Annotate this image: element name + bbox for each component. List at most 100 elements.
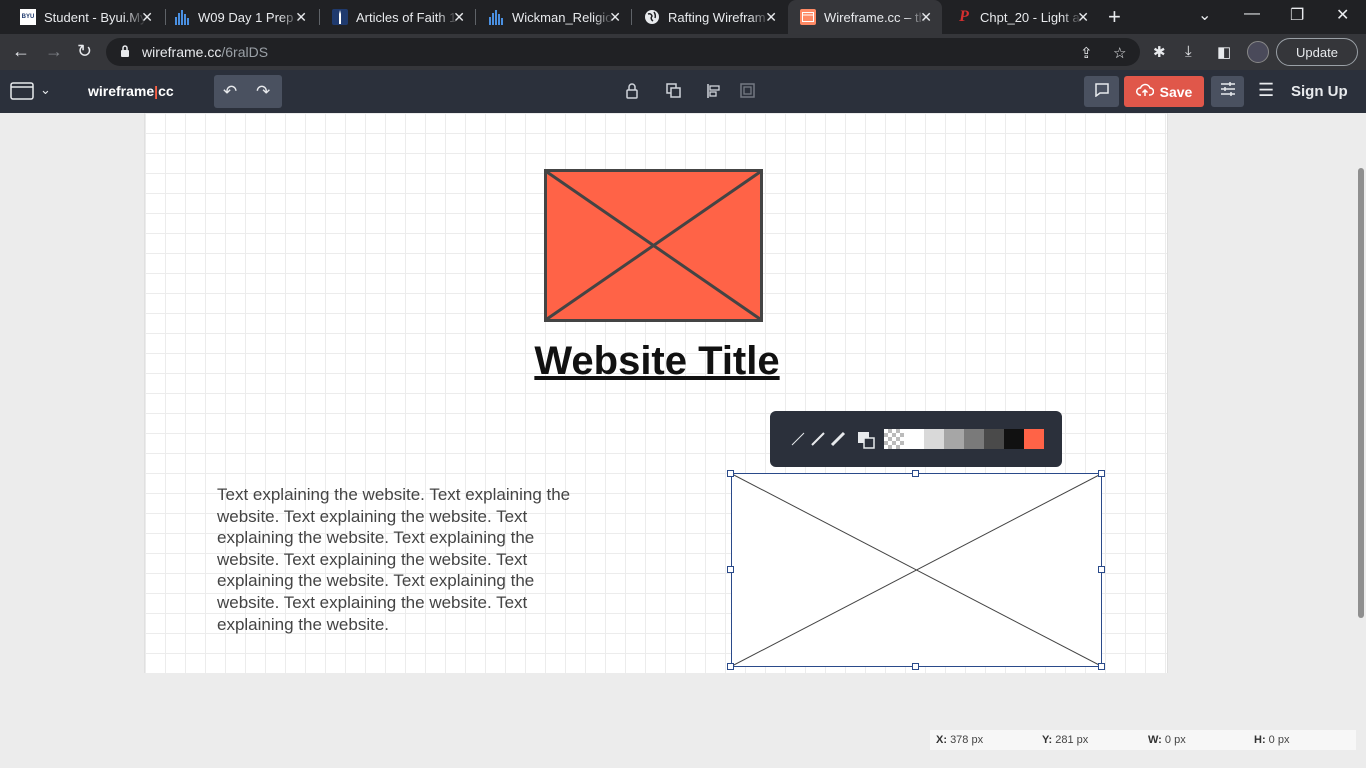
medium-line-icon[interactable] xyxy=(810,431,826,452)
lock-icon xyxy=(120,45,130,63)
tab-search-icon[interactable]: ⌄ xyxy=(1198,5,1211,25)
h-readout: H: 0 px xyxy=(1254,734,1289,746)
new-tab-icon[interactable]: + xyxy=(1108,4,1121,30)
x-label: X: xyxy=(936,734,947,746)
h-value: 0 px xyxy=(1268,734,1290,746)
placeholder-cross xyxy=(547,172,760,319)
thick-line-icon[interactable] xyxy=(830,431,846,452)
comment-icon xyxy=(1094,82,1110,102)
save-button[interactable]: Save xyxy=(1124,76,1204,107)
cloud-upload-icon xyxy=(1135,83,1154,100)
url-text: wireframe.cc/6ralDS xyxy=(142,44,268,60)
bookmark-star-icon[interactable]: ☆ xyxy=(1113,44,1126,62)
thin-line-icon[interactable] xyxy=(790,431,806,452)
resize-handle-n[interactable] xyxy=(912,470,919,477)
tab-title: Student - Byui.My xyxy=(44,9,146,25)
x-value: 378 px xyxy=(950,734,984,746)
image-placeholder[interactable] xyxy=(544,169,763,322)
transparent-swatch[interactable] xyxy=(884,429,904,449)
resize-handle-nw[interactable] xyxy=(727,470,734,477)
settings-button[interactable] xyxy=(1211,76,1244,107)
resize-handle-se[interactable] xyxy=(1098,663,1105,670)
window-close-icon[interactable]: ✕ xyxy=(1336,5,1349,25)
browser-tab[interactable]: Rafting Wirefram ✕ xyxy=(632,0,787,34)
back-icon[interactable]: ← xyxy=(12,42,30,60)
share-icon[interactable]: ⇪ xyxy=(1080,44,1093,62)
close-icon[interactable]: ✕ xyxy=(920,9,932,26)
color-swatch[interactable] xyxy=(964,429,984,449)
omnibox[interactable]: wireframe.cc/6ralDS ⇪ ☆ xyxy=(106,38,1140,66)
close-icon[interactable]: ✕ xyxy=(765,9,777,26)
chevron-down-icon[interactable]: ⌄ xyxy=(40,82,51,98)
browser-tab[interactable]: P Chpt_20 - Light a ✕ xyxy=(944,0,1099,34)
update-button[interactable]: Update xyxy=(1276,38,1358,66)
group-icon[interactable] xyxy=(740,83,755,102)
style-toolbar xyxy=(770,411,1062,467)
color-swatch[interactable] xyxy=(1024,429,1044,449)
tab-title: Wickman_Religio xyxy=(512,9,613,25)
h-label: H: xyxy=(1254,734,1266,746)
wireframe-icon xyxy=(800,9,816,25)
pearson-icon: P xyxy=(959,8,969,25)
redo-icon[interactable]: ↷ xyxy=(256,82,270,102)
extensions-icon[interactable]: ✱ xyxy=(1153,43,1166,61)
reload-icon[interactable]: ↻ xyxy=(77,42,92,60)
resize-handle-w[interactable] xyxy=(727,566,734,573)
placeholder-cross xyxy=(732,474,1101,666)
align-icon[interactable] xyxy=(706,83,720,103)
minimize-icon[interactable]: — xyxy=(1244,5,1260,23)
browser-tab-strip: BYU Student - Byui.My ✕ W09 Day 1 Prep (… xyxy=(0,0,1366,34)
browser-tab-active[interactable]: Wireframe.cc – th ✕ xyxy=(788,0,942,34)
app-toolbar: ⌄ wireframe|cc ↶ ↷ Save ☰ Sign Up xyxy=(0,70,1366,113)
comment-button[interactable] xyxy=(1084,76,1119,107)
tab-title: Chpt_20 - Light a xyxy=(980,9,1080,25)
body-text-block[interactable]: Text explaining the website. Text explai… xyxy=(217,484,597,635)
tab-title: W09 Day 1 Prep ( xyxy=(198,9,300,25)
w-readout: W: 0 px xyxy=(1148,734,1186,746)
hamburger-menu-icon[interactable]: ☰ xyxy=(1258,80,1274,101)
restore-icon[interactable]: ❐ xyxy=(1290,5,1304,25)
wireframe-canvas[interactable]: Website Title Text explaining the websit… xyxy=(144,113,1168,673)
y-readout: Y: 281 px xyxy=(1042,734,1088,746)
app-logo[interactable]: wireframe|cc xyxy=(88,83,174,99)
fill-stroke-icon[interactable] xyxy=(857,431,875,454)
color-swatch[interactable] xyxy=(904,429,924,449)
browser-tab[interactable]: Wickman_Religio ✕ xyxy=(476,0,631,34)
color-swatch[interactable] xyxy=(984,429,1004,449)
y-label: Y: xyxy=(1042,734,1053,746)
color-swatch[interactable] xyxy=(944,429,964,449)
close-icon[interactable]: ✕ xyxy=(609,9,621,26)
bar-chart-icon xyxy=(174,9,190,25)
resize-handle-e[interactable] xyxy=(1098,566,1105,573)
close-icon[interactable]: ✕ xyxy=(141,9,153,26)
w-label: W: xyxy=(1148,734,1162,746)
page-template-icon[interactable] xyxy=(10,82,34,105)
undo-redo-group: ↶ ↷ xyxy=(214,75,282,108)
logo-suffix: cc xyxy=(158,83,174,99)
close-icon[interactable]: ✕ xyxy=(453,9,465,26)
forward-icon[interactable]: → xyxy=(45,42,63,60)
resize-handle-sw[interactable] xyxy=(727,663,734,670)
avatar[interactable] xyxy=(1247,41,1269,63)
website-title-heading[interactable]: Website Title xyxy=(145,339,1169,384)
browser-tab[interactable]: Articles of Faith 1 ✕ xyxy=(320,0,475,34)
close-icon[interactable]: ✕ xyxy=(295,9,307,26)
resize-handle-ne[interactable] xyxy=(1098,470,1105,477)
browser-tab[interactable]: W09 Day 1 Prep ( ✕ xyxy=(162,0,317,34)
close-icon[interactable]: ✕ xyxy=(1077,9,1089,26)
color-swatch[interactable] xyxy=(1004,429,1024,449)
side-panel-icon[interactable]: ◧ xyxy=(1217,43,1231,61)
y-value: 281 px xyxy=(1055,734,1089,746)
duplicate-icon[interactable] xyxy=(666,83,681,102)
url-domain: wireframe.cc xyxy=(142,44,222,60)
sign-up-link[interactable]: Sign Up xyxy=(1291,83,1348,100)
lock-element-icon[interactable] xyxy=(625,83,639,103)
color-swatch[interactable] xyxy=(924,429,944,449)
scrollbar-thumb[interactable] xyxy=(1358,168,1364,618)
browser-tab[interactable]: BYU Student - Byui.My ✕ xyxy=(8,0,163,34)
selected-image-placeholder[interactable] xyxy=(731,473,1102,667)
resize-handle-s[interactable] xyxy=(912,663,919,670)
bar-chart-icon xyxy=(488,9,504,25)
download-icon[interactable]: ⤓ xyxy=(1185,43,1192,60)
undo-icon[interactable]: ↶ xyxy=(223,82,237,102)
